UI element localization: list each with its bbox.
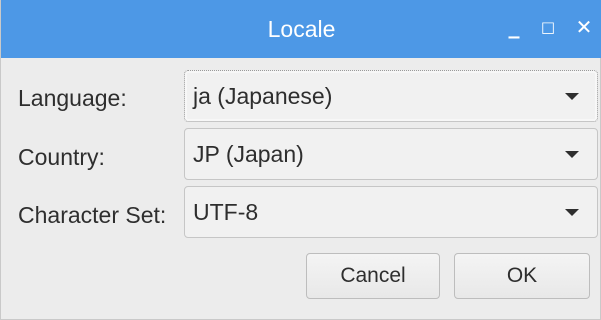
maximize-icon[interactable]: □ [535, 12, 561, 42]
language-select[interactable]: ja (Japanese) [184, 70, 598, 122]
country-select[interactable]: JP (Japan) [184, 128, 598, 180]
dialog-content: Language: ja (Japanese) Country: JP (Jap… [1, 58, 601, 320]
chevron-down-icon [565, 93, 579, 100]
language-value: ja (Japanese) [193, 83, 333, 109]
language-label: Language: [18, 85, 127, 111]
chevron-down-icon [565, 209, 579, 216]
close-icon[interactable]: ✕ [571, 12, 597, 42]
cancel-button[interactable]: Cancel [306, 253, 440, 299]
character-set-select[interactable]: UTF-8 [184, 186, 598, 238]
title-bar[interactable]: Locale _ □ ✕ [1, 0, 601, 58]
ok-button[interactable]: OK [454, 253, 590, 299]
country-value: JP (Japan) [193, 141, 304, 167]
chevron-down-icon [565, 151, 579, 158]
character-set-value: UTF-8 [193, 199, 259, 225]
country-label: Country: [18, 144, 105, 170]
minimize-icon[interactable]: _ [501, 12, 527, 42]
character-set-label: Character Set: [18, 202, 167, 228]
locale-dialog: Locale _ □ ✕ Language: ja (Japanese) Cou… [0, 0, 601, 320]
